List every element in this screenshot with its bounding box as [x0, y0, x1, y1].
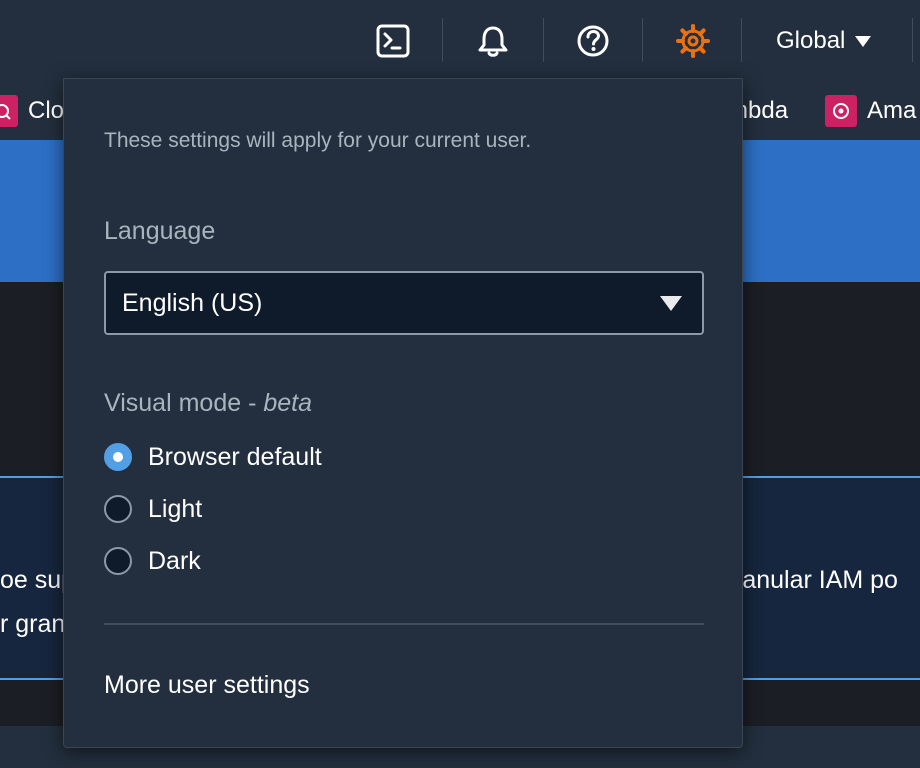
help-icon[interactable] — [572, 20, 614, 62]
visual-mode-label-text: Visual mode - — [104, 389, 264, 417]
region-selector[interactable]: Global — [776, 20, 872, 62]
region-label: Global — [776, 27, 846, 54]
radio-label: Browser default — [148, 442, 322, 471]
gear-icon[interactable] — [672, 20, 714, 62]
radio-button[interactable] — [104, 547, 132, 575]
radio-button[interactable] — [104, 495, 132, 523]
info-text: ranular IAM po — [734, 566, 898, 594]
top-navigation: Global — [0, 0, 920, 82]
console-page: Global Clo mbda Ama oe sup r gran ranula… — [0, 0, 920, 768]
radio-label: Light — [148, 494, 203, 523]
visual-mode-option-light[interactable]: Light — [104, 491, 202, 527]
favorite-item[interactable]: Clo — [0, 95, 64, 127]
language-select-value: English (US) — [122, 288, 263, 317]
cloudshell-icon[interactable] — [372, 20, 414, 62]
favorite-label: Clo — [28, 97, 65, 124]
user-settings-dropdown: These settings will apply for your curre… — [63, 78, 743, 748]
favorite-item[interactable]: Ama — [825, 95, 916, 127]
nav-divider — [543, 18, 544, 62]
settings-description: These settings will apply for your curre… — [104, 129, 532, 152]
visual-mode-option-browser-default[interactable]: Browser default — [104, 439, 322, 475]
visual-mode-beta-tag: beta — [263, 389, 313, 417]
radio-label: Dark — [148, 546, 201, 575]
cloud-service-icon — [0, 95, 18, 127]
visual-mode-label: Visual mode - beta — [104, 389, 312, 418]
nav-divider — [741, 18, 742, 62]
favorite-label: Ama — [867, 97, 917, 124]
divider — [104, 623, 704, 625]
nav-divider — [442, 18, 443, 62]
language-label: Language — [104, 217, 216, 245]
visual-mode-option-dark[interactable]: Dark — [104, 543, 201, 579]
nav-divider — [642, 18, 643, 62]
nav-divider — [912, 18, 913, 62]
more-user-settings-link[interactable]: More user settings — [104, 671, 310, 700]
info-text: r gran — [0, 610, 66, 638]
radio-button-checked[interactable] — [104, 443, 132, 471]
caret-down-icon — [660, 295, 682, 311]
amazon-service-icon — [825, 95, 857, 127]
language-select[interactable]: English (US) — [104, 271, 704, 335]
caret-down-icon — [855, 35, 872, 47]
bell-icon[interactable] — [472, 20, 514, 62]
